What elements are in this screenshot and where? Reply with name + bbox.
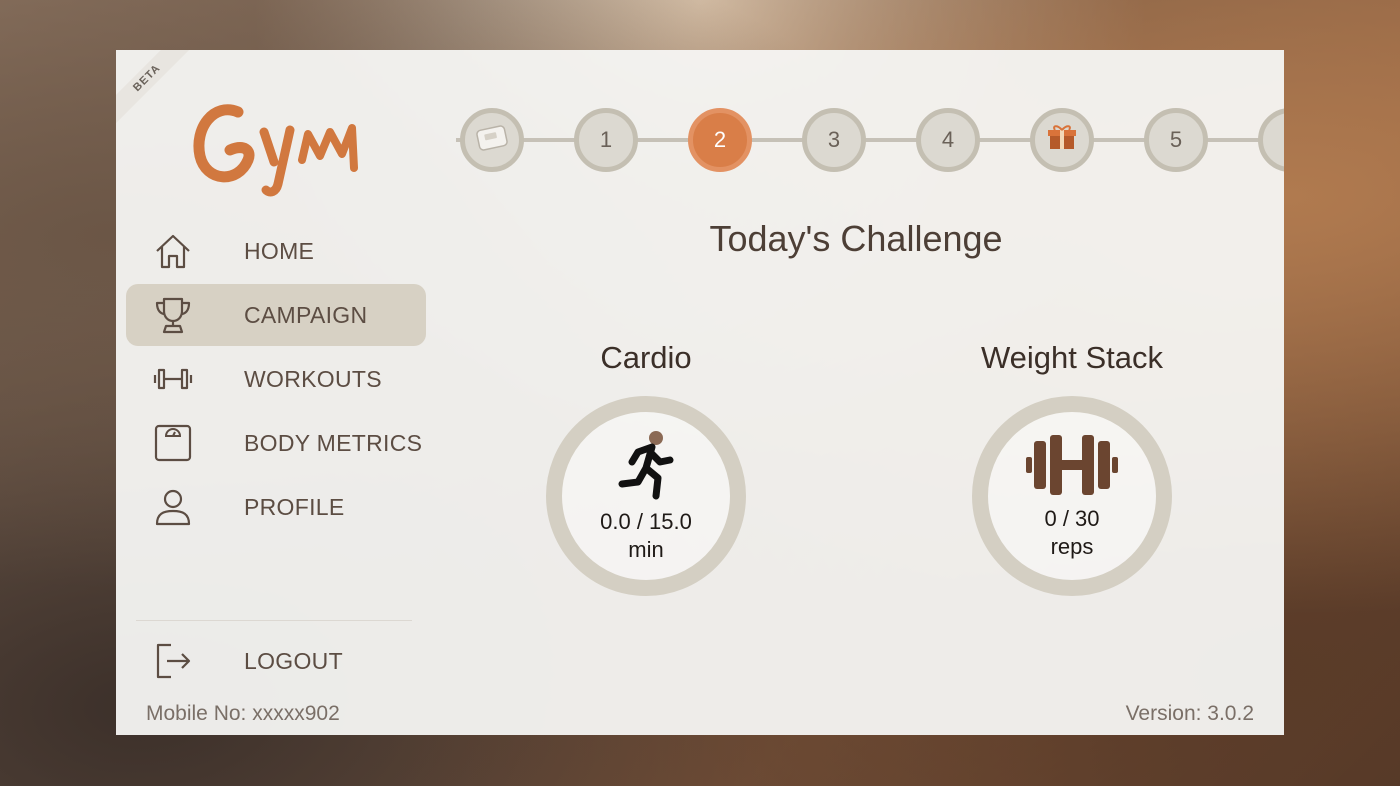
weight-stack-title: Weight Stack	[980, 340, 1164, 375]
logout-button[interactable]: LOGOUT	[126, 630, 426, 692]
cardio-unit: min	[628, 536, 664, 562]
scale-device-icon	[474, 122, 510, 158]
sidebar-divider	[136, 620, 412, 621]
logout-icon	[152, 640, 194, 682]
step-5[interactable]: 5	[1144, 108, 1208, 172]
logout-section: LOGOUT	[126, 630, 426, 694]
person-icon	[152, 486, 194, 528]
sidebar-nav: HOME CAMPAIGN WORKOUTS BODY METRICS PROF…	[126, 220, 426, 540]
sidebar-item-body-metrics[interactable]: BODY METRICS	[126, 412, 426, 474]
weight-stack-unit: reps	[1050, 533, 1094, 559]
step-1[interactable]: 1	[574, 108, 638, 172]
sidebar-item-label: BODY METRICS	[244, 429, 423, 456]
dumbbell-icon	[152, 358, 194, 400]
main-panel: BETA HOME CAMPAIGN WORKOUTS BODY METRICS…	[116, 50, 1284, 735]
running-icon	[616, 430, 676, 505]
app-logo	[186, 90, 366, 200]
sidebar-item-profile[interactable]: PROFILE	[126, 476, 426, 538]
step-next[interactable]	[1258, 108, 1284, 172]
step-3[interactable]: 3	[802, 108, 866, 172]
sidebar-item-label: CAMPAIGN	[244, 301, 368, 328]
step-start[interactable]	[460, 108, 524, 172]
weight-stack-value: 0 / 30	[1044, 505, 1100, 531]
weight-stack-progress-ring[interactable]: 0 / 30 reps	[972, 396, 1172, 596]
sidebar-item-home[interactable]: HOME	[126, 220, 426, 282]
sidebar-item-campaign[interactable]: CAMPAIGN	[126, 284, 426, 346]
sidebar-item-label: WORKOUTS	[244, 365, 382, 392]
page-title: Today's Challenge	[709, 218, 1003, 259]
app-version: Version: 3.0.2	[1125, 702, 1254, 725]
mobile-number: Mobile No: xxxxx902	[146, 702, 340, 725]
cardio-progress-ring[interactable]: 0.0 / 15.0 min	[546, 396, 746, 596]
sidebar-item-label: HOME	[244, 237, 315, 264]
gift-icon	[1047, 122, 1077, 158]
sidebar-item-workouts[interactable]: WORKOUTS	[126, 348, 426, 410]
cardio-value: 0.0 / 15.0	[600, 508, 692, 534]
step-reward[interactable]	[1030, 108, 1094, 172]
logout-label: LOGOUT	[244, 647, 343, 674]
campaign-progress: 1 2 3 4 5	[456, 108, 1284, 172]
scale-icon	[152, 422, 194, 464]
barbell-icon	[1024, 433, 1120, 502]
step-4[interactable]: 4	[916, 108, 980, 172]
home-icon	[152, 230, 194, 272]
cardio-title: Cardio	[600, 340, 692, 375]
step-2[interactable]: 2	[688, 108, 752, 172]
sidebar-item-label: PROFILE	[244, 493, 345, 520]
trophy-icon	[152, 294, 194, 336]
